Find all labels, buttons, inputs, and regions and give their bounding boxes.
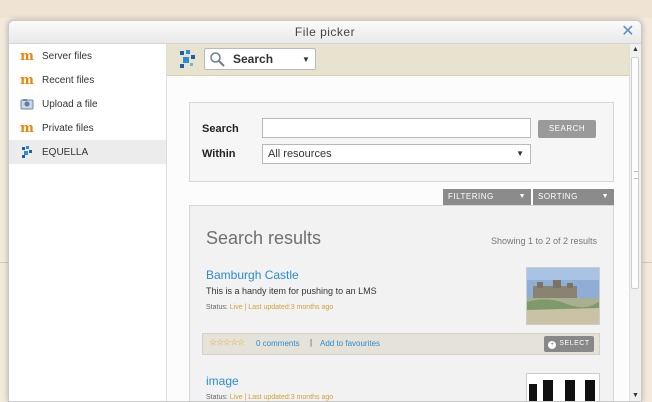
sidebar-item-private-files[interactable]: m Private files xyxy=(9,116,166,140)
status-prefix: Status: xyxy=(206,394,228,401)
results-count: Showing 1 to 2 of 2 results xyxy=(490,236,597,246)
status-value: Live xyxy=(229,304,243,311)
filtering-label: FILTERING xyxy=(448,192,494,201)
sidebar-item-label: Server files xyxy=(42,50,93,62)
sidebar-item-equella[interactable]: EQUELLA xyxy=(9,140,166,164)
repository-sidebar: m Server files m Recent files Upload a f… xyxy=(9,44,167,401)
search-form: Search SEARCH Within All resources ▼ xyxy=(189,102,614,182)
status-prefix: Status: xyxy=(206,304,228,311)
sidebar-item-label: Private files xyxy=(42,122,94,134)
star-rating-icon[interactable]: ☆☆☆☆☆ xyxy=(209,337,245,348)
sidebar-item-label: EQUELLA xyxy=(42,146,89,158)
comments-link[interactable]: 0 comments xyxy=(256,339,300,348)
result-title-link[interactable]: Bamburgh Castle xyxy=(206,268,299,282)
close-icon[interactable]: ✕ xyxy=(621,21,635,43)
sidebar-item-upload-file[interactable]: Upload a file xyxy=(9,92,166,116)
result-status: Status: Live | Last updated:3 months ago xyxy=(206,394,333,401)
search-icon xyxy=(210,52,225,67)
separator: | xyxy=(310,338,313,347)
scroll-down-icon[interactable]: ▼ xyxy=(630,390,641,401)
sidebar-item-label: Upload a file xyxy=(42,98,98,110)
result-thumbnail-image[interactable] xyxy=(526,373,600,401)
result-description: This is a handy item for pushing to an L… xyxy=(206,286,377,296)
results-title: Search results xyxy=(206,228,322,248)
search-button[interactable]: SEARCH xyxy=(538,120,596,138)
equella-logo-icon xyxy=(180,50,195,68)
updated-text: | Last updated:3 months ago xyxy=(244,304,334,311)
scrollbar-thumb[interactable] xyxy=(631,57,639,289)
search-label: Search xyxy=(202,123,239,135)
within-label: Within xyxy=(202,148,236,160)
result-status: Status: Live | Last updated:3 months ago xyxy=(206,304,333,311)
moodle-icon: m xyxy=(20,120,34,136)
search-input[interactable] xyxy=(262,118,531,138)
add-to-favourites-link[interactable]: Add to favourites xyxy=(320,339,380,348)
mode-dropdown-label: Search xyxy=(233,52,274,66)
result-actions: ☆☆☆☆☆ 0 comments | Add to favourites + SE… xyxy=(202,333,600,355)
status-value: Live xyxy=(229,394,243,401)
search-results: Search results Showing 1 to 2 of 2 resul… xyxy=(189,205,614,401)
within-select-value: All resources xyxy=(268,148,332,160)
chevron-down-icon: ▼ xyxy=(516,149,524,158)
equella-icon xyxy=(20,145,34,159)
image-thumbnail-icon xyxy=(527,374,599,401)
filtering-button[interactable]: FILTERING ▼ xyxy=(443,189,531,205)
select-button[interactable]: + SELECT xyxy=(544,336,594,352)
sorting-button[interactable]: SORTING ▼ xyxy=(533,189,614,205)
scroll-up-icon[interactable]: ▲ xyxy=(630,44,641,55)
chevron-down-icon: ▼ xyxy=(518,193,526,200)
equella-toolbar: Search ▼ xyxy=(167,44,629,76)
main-scrollbar[interactable]: ▲ ▼ xyxy=(629,44,641,401)
chevron-down-icon: ▼ xyxy=(601,193,609,200)
moodle-icon: m xyxy=(20,72,34,88)
main-panel: Search ▼ Search SEARCH Within All resour… xyxy=(167,44,641,401)
sorting-label: SORTING xyxy=(538,192,578,201)
mode-dropdown[interactable]: Search ▼ xyxy=(204,48,316,70)
select-button-label: SELECT xyxy=(559,340,590,347)
file-picker-dialog: File picker ✕ m Server files m Recent fi… xyxy=(8,20,642,402)
castle-photo-icon xyxy=(527,268,599,324)
dialog-title: File picker xyxy=(294,25,356,39)
page-backdrop-header xyxy=(0,0,652,18)
sidebar-item-recent-files[interactable]: m Recent files xyxy=(9,68,166,92)
chevron-down-icon: ▼ xyxy=(302,54,310,64)
grip-icon xyxy=(634,171,638,179)
moodle-icon: m xyxy=(20,48,34,64)
updated-text: | Last updated:3 months ago xyxy=(244,394,334,401)
dialog-titlebar: File picker ✕ xyxy=(9,21,641,44)
sidebar-item-label: Recent files xyxy=(42,74,95,86)
within-select[interactable]: All resources ▼ xyxy=(262,144,531,164)
result-title-link[interactable]: image xyxy=(206,374,239,388)
sidebar-item-server-files[interactable]: m Server files xyxy=(9,44,166,68)
result-thumbnail-castle[interactable] xyxy=(526,267,600,325)
upload-icon xyxy=(20,97,34,111)
plus-icon: + xyxy=(548,341,557,349)
